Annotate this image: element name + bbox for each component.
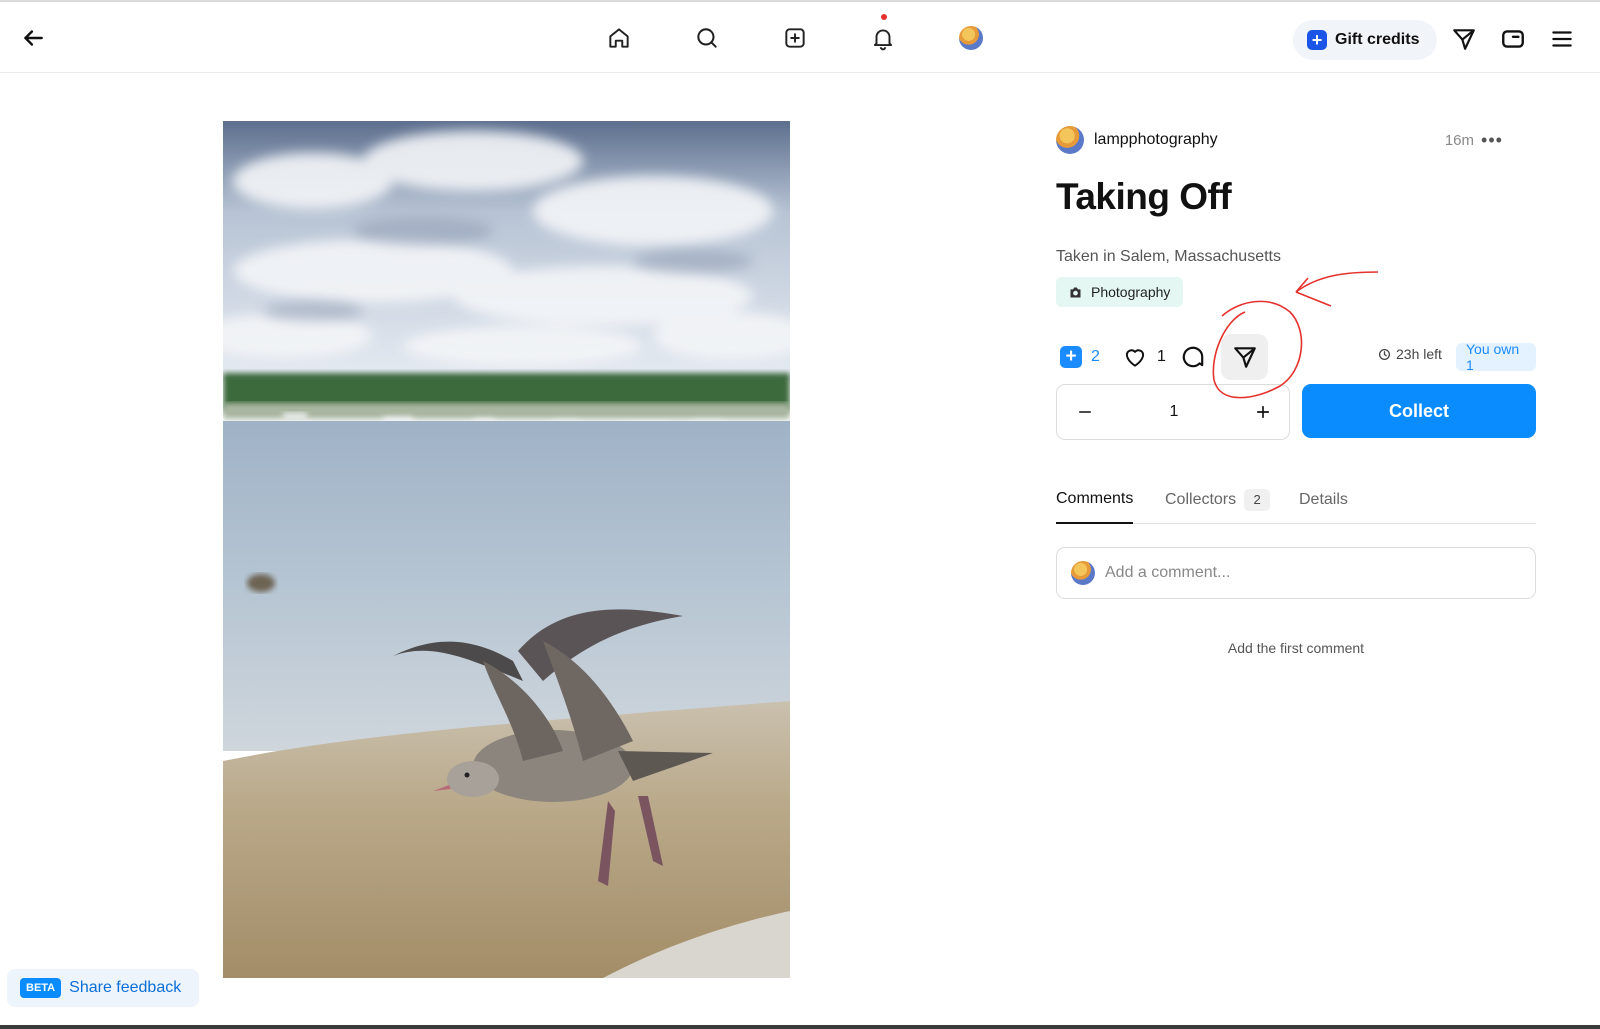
wallet-icon[interactable] (1493, 19, 1533, 59)
author-row: lampphotography 16m ••• (1056, 125, 1536, 155)
category-tag-label: Photography (1091, 284, 1171, 300)
action-row: + 2 1 23h left You own 1 (1056, 332, 1536, 382)
empty-comments-message: Add the first comment (1227, 640, 1365, 656)
heart-icon (1125, 349, 1145, 367)
category-tag[interactable]: Photography (1056, 277, 1184, 307)
search-icon[interactable] (687, 18, 727, 58)
beta-badge: BETA (20, 978, 62, 998)
share-feedback-label: Share feedback (69, 979, 182, 996)
like-count: 1 (1157, 348, 1166, 365)
decrease-quantity-button[interactable] (1057, 385, 1113, 439)
tab-comments[interactable]: Comments (1056, 475, 1134, 524)
increase-quantity-button[interactable] (1235, 385, 1291, 439)
author-avatar[interactable] (1056, 126, 1084, 154)
comment-button[interactable] (1180, 332, 1206, 382)
remix-button[interactable]: + 2 (1060, 332, 1100, 382)
quantity-stepper: 1 (1056, 384, 1290, 440)
post-description: Taken in Salem, Massachusetts (1056, 248, 1281, 265)
annotation-arrow-shaft (1295, 271, 1379, 293)
post-tabs: Comments Collectors 2 Details (1056, 475, 1536, 524)
tab-comments-label: Comments (1056, 489, 1134, 507)
tab-details[interactable]: Details (1299, 475, 1348, 524)
post-image[interactable] (223, 121, 790, 978)
avatar (959, 26, 983, 50)
share-feedback-button[interactable]: BETA Share feedback (7, 969, 200, 1007)
author-name[interactable]: lampphotography (1094, 131, 1218, 149)
time-left: 23h left (1378, 346, 1442, 362)
comment-input[interactable] (1105, 564, 1505, 582)
bell-icon[interactable] (863, 18, 903, 58)
clock-icon (1378, 348, 1391, 360)
minus-icon (1079, 411, 1091, 413)
annotation-arrow-head (1295, 277, 1332, 307)
home-icon[interactable] (599, 18, 639, 58)
gift-credits-label: Gift credits (1335, 31, 1420, 48)
quantity-value[interactable]: 1 (1113, 385, 1235, 439)
tab-details-label: Details (1299, 490, 1348, 508)
remix-count: 2 (1091, 348, 1100, 365)
owned-badge: You own 1 (1456, 341, 1536, 373)
comment-icon (1182, 346, 1204, 368)
collectors-count-badge: 2 (1244, 488, 1271, 511)
remix-plus-icon: + (1060, 346, 1082, 368)
collect-button[interactable]: Collect (1302, 384, 1536, 438)
plus-icon: + (1307, 30, 1327, 50)
send-icon (1233, 347, 1256, 368)
back-arrow-icon[interactable] (13, 18, 53, 58)
like-button[interactable]: 1 (1122, 332, 1166, 382)
profile-avatar-button[interactable] (951, 18, 991, 58)
tab-collectors-label: Collectors (1165, 490, 1237, 508)
more-options-icon[interactable]: ••• (1478, 125, 1506, 155)
avatar (1071, 561, 1095, 585)
time-left-label: 23h left (1396, 346, 1442, 362)
menu-icon[interactable] (1542, 19, 1582, 59)
gift-credits-button[interactable]: + Gift credits (1293, 20, 1438, 60)
tab-collectors[interactable]: Collectors 2 (1165, 475, 1271, 524)
plus-icon (1256, 405, 1270, 419)
comment-field[interactable] (1056, 547, 1536, 599)
post-time: 16m (1444, 131, 1474, 149)
post-title: Taking Off (1056, 176, 1232, 217)
share-button[interactable] (1221, 334, 1268, 380)
camera-icon (1070, 287, 1081, 297)
send-icon[interactable] (1444, 19, 1484, 59)
notification-dot (881, 14, 887, 20)
window-bottom-edge (0, 1025, 1600, 1029)
top-nav: + Gift credits (0, 0, 1600, 73)
create-icon[interactable] (775, 18, 815, 58)
